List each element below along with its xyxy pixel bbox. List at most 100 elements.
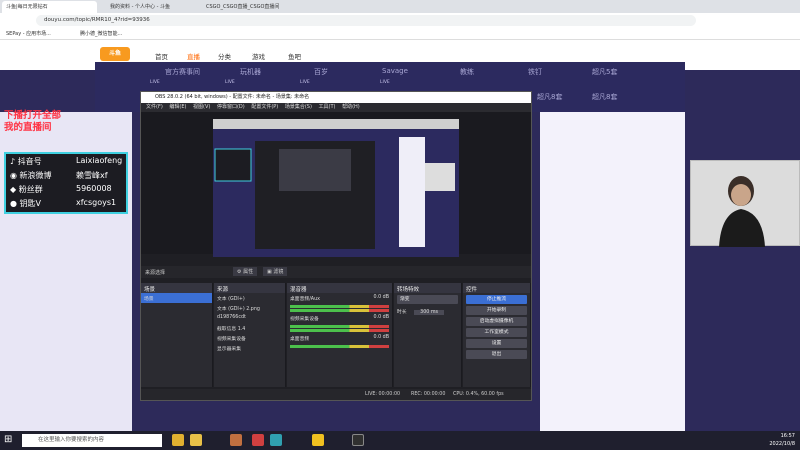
nav-item[interactable]: 首页: [155, 51, 168, 61]
chrome-icon[interactable]: [172, 434, 184, 446]
info-row: ◆ 粉丝群 5960008: [10, 184, 112, 195]
app-icon[interactable]: [230, 434, 242, 446]
channel-db: 0.0 dB: [373, 295, 390, 300]
person-silhouette: [719, 176, 765, 247]
menu-item[interactable]: 停靠窗口(D): [217, 103, 245, 112]
bookmark[interactable]: 腾小德_微信智能...: [80, 30, 122, 37]
browser-tab[interactable]: CSGO_CSGO直播_CSGO直播间: [202, 1, 302, 13]
virtual-camera-button[interactable]: 启动虚拟摄像机: [466, 317, 527, 326]
sources-dock: 来源 文本 (GDI+) 文本 (GDI+) 2.png d198766cdt …: [214, 283, 286, 387]
browser-tab[interactable]: 我的资料 - 个人中心 - 斗鱼: [106, 1, 196, 13]
info-row: ♪ 抖音号 Laixiaofeng: [10, 156, 122, 167]
properties-button[interactable]: ⚙ 属性: [233, 267, 258, 276]
transition-select[interactable]: 渐变: [397, 295, 458, 304]
site-logo[interactable]: 斗鱼: [100, 47, 130, 61]
info-label: 抖音号: [17, 157, 42, 166]
channel-name: 视频采集设备: [290, 317, 319, 322]
room-tab[interactable]: 超凡5套: [592, 67, 617, 77]
settings-button[interactable]: 设置: [466, 339, 527, 348]
volume-slider[interactable]: [290, 309, 389, 312]
obs-window: OBS 28.0.2 (64 bit, windows) - 配置文件: 未命名…: [140, 91, 532, 401]
live-badge: LIVE: [150, 80, 160, 85]
douyin-icon: ♪: [10, 157, 16, 166]
obs-preview[interactable]: [141, 112, 531, 257]
menu-item[interactable]: 文件(F): [146, 103, 163, 112]
obs-icon[interactable]: [352, 434, 364, 446]
volume-slider[interactable]: [290, 329, 389, 332]
channel-db: 0.0 dB: [373, 335, 390, 340]
cpu-status: CPU: 0.4%, 60.00 fps: [453, 392, 504, 397]
app-icon[interactable]: [252, 434, 264, 446]
studio-mode-button[interactable]: 工作室模式: [466, 328, 527, 337]
source-item[interactable]: d198766cdt: [214, 313, 285, 323]
key-icon: ●: [10, 199, 17, 208]
properties-label: 属性: [243, 269, 254, 275]
start-recording-button[interactable]: 开始录制: [466, 306, 527, 315]
browser-tab[interactable]: 斗鱼|每日无限钻石: [2, 1, 97, 13]
source-item[interactable]: 视频采集设备: [214, 333, 285, 343]
room-tab[interactable]: Savage: [382, 67, 408, 75]
taskbar-search[interactable]: 在这里输入你要搜索的内容: [22, 434, 162, 447]
menu-item[interactable]: 视图(V): [193, 103, 210, 112]
nav-item[interactable]: 直播: [187, 51, 200, 61]
info-row: ◉ 新浪微博 赖雪峰xf: [10, 170, 108, 181]
scene-item[interactable]: 场景: [141, 293, 212, 303]
volume-meter: [290, 325, 389, 328]
nested-screen-capture: [213, 119, 459, 257]
overlay-title-line: 下播打开全部: [4, 110, 62, 121]
url-input[interactable]: douyu.com/topic/RMR10_4?rid=93936: [36, 15, 696, 26]
menu-item[interactable]: 场景集合(S): [285, 103, 312, 112]
nav-item[interactable]: 分类: [218, 51, 231, 61]
source-item[interactable]: 显示器采集: [214, 343, 285, 353]
rec-status: REC: 00:00:00: [411, 392, 446, 397]
volume-meter: [290, 305, 389, 308]
room-tab[interactable]: 官方赛事间: [165, 67, 200, 77]
stop-streaming-button[interactable]: 停止推流: [466, 295, 527, 304]
channel-name: 桌面音频/Aux: [290, 297, 320, 302]
info-value: xfcsgoys1: [76, 198, 117, 207]
bookmark[interactable]: SEPay - 应用市场...: [6, 30, 51, 37]
dock-title: 混音器: [287, 283, 392, 293]
menu-item[interactable]: 配置文件(P): [251, 103, 278, 112]
live-badge: LIVE: [225, 80, 235, 85]
menu-item[interactable]: 编辑(E): [169, 103, 186, 112]
room-tab[interactable]: 铁钉: [528, 67, 542, 77]
room-tab[interactable]: 百岁: [314, 67, 328, 77]
dock-title: 场景: [141, 283, 212, 293]
room-tab[interactable]: 超凡8套: [537, 92, 562, 102]
clock-time: 16:57: [780, 433, 795, 439]
app-icon[interactable]: [270, 434, 282, 446]
room-tab[interactable]: 教练: [460, 67, 474, 77]
taskbar-clock: 16:57 2022/10/8: [745, 432, 795, 448]
webcam-feed: [690, 160, 800, 247]
source-item[interactable]: 截取信息 1.4: [214, 323, 285, 333]
live-badge: LIVE: [380, 80, 390, 85]
duration-label: 时长: [397, 310, 407, 315]
info-label: 粉丝群: [18, 185, 43, 194]
menu-item[interactable]: 帮助(H): [342, 103, 360, 112]
preview-canvas: [213, 119, 459, 257]
channel-name: 桌面音频: [290, 337, 310, 342]
group-icon: ◆: [10, 185, 17, 194]
nav-item[interactable]: 鱼吧: [288, 51, 301, 61]
filters-button[interactable]: ▣ 滤镜: [263, 267, 288, 276]
mixer-dock: 混音器 桌面音频/Aux 0.0 dB 视频采集设备 0.0 dB 桌面音频 0…: [287, 283, 393, 387]
source-item[interactable]: 文本 (GDI+) 2.png: [214, 303, 285, 313]
mixer-channel: 桌面音频 0.0 dB: [287, 333, 392, 344]
channel-db: 0.0 dB: [373, 315, 390, 320]
windows-start-icon[interactable]: ⊞: [4, 434, 12, 445]
source-item[interactable]: 文本 (GDI+): [214, 293, 285, 303]
duration-input[interactable]: 300 ms: [414, 310, 444, 315]
exit-button[interactable]: 退出: [466, 350, 527, 359]
obs-menu-bar: 文件(F) 编辑(E) 视图(V) 停靠窗口(D) 配置文件(P) 场景集合(S…: [141, 103, 531, 112]
folder-icon[interactable]: [190, 434, 202, 446]
menu-item[interactable]: 工具(T): [319, 103, 336, 112]
room-tab[interactable]: 超凡8套: [592, 92, 617, 102]
nav-item[interactable]: 游戏: [252, 51, 265, 61]
dock-title: 转场特效: [394, 283, 461, 293]
clock-date: 2022/10/8: [769, 441, 795, 447]
app-icon[interactable]: [312, 434, 324, 446]
room-tab[interactable]: 玩机器: [240, 67, 261, 77]
live-status: LIVE: 00:00:00: [365, 392, 401, 397]
chat-panel: [540, 112, 685, 432]
